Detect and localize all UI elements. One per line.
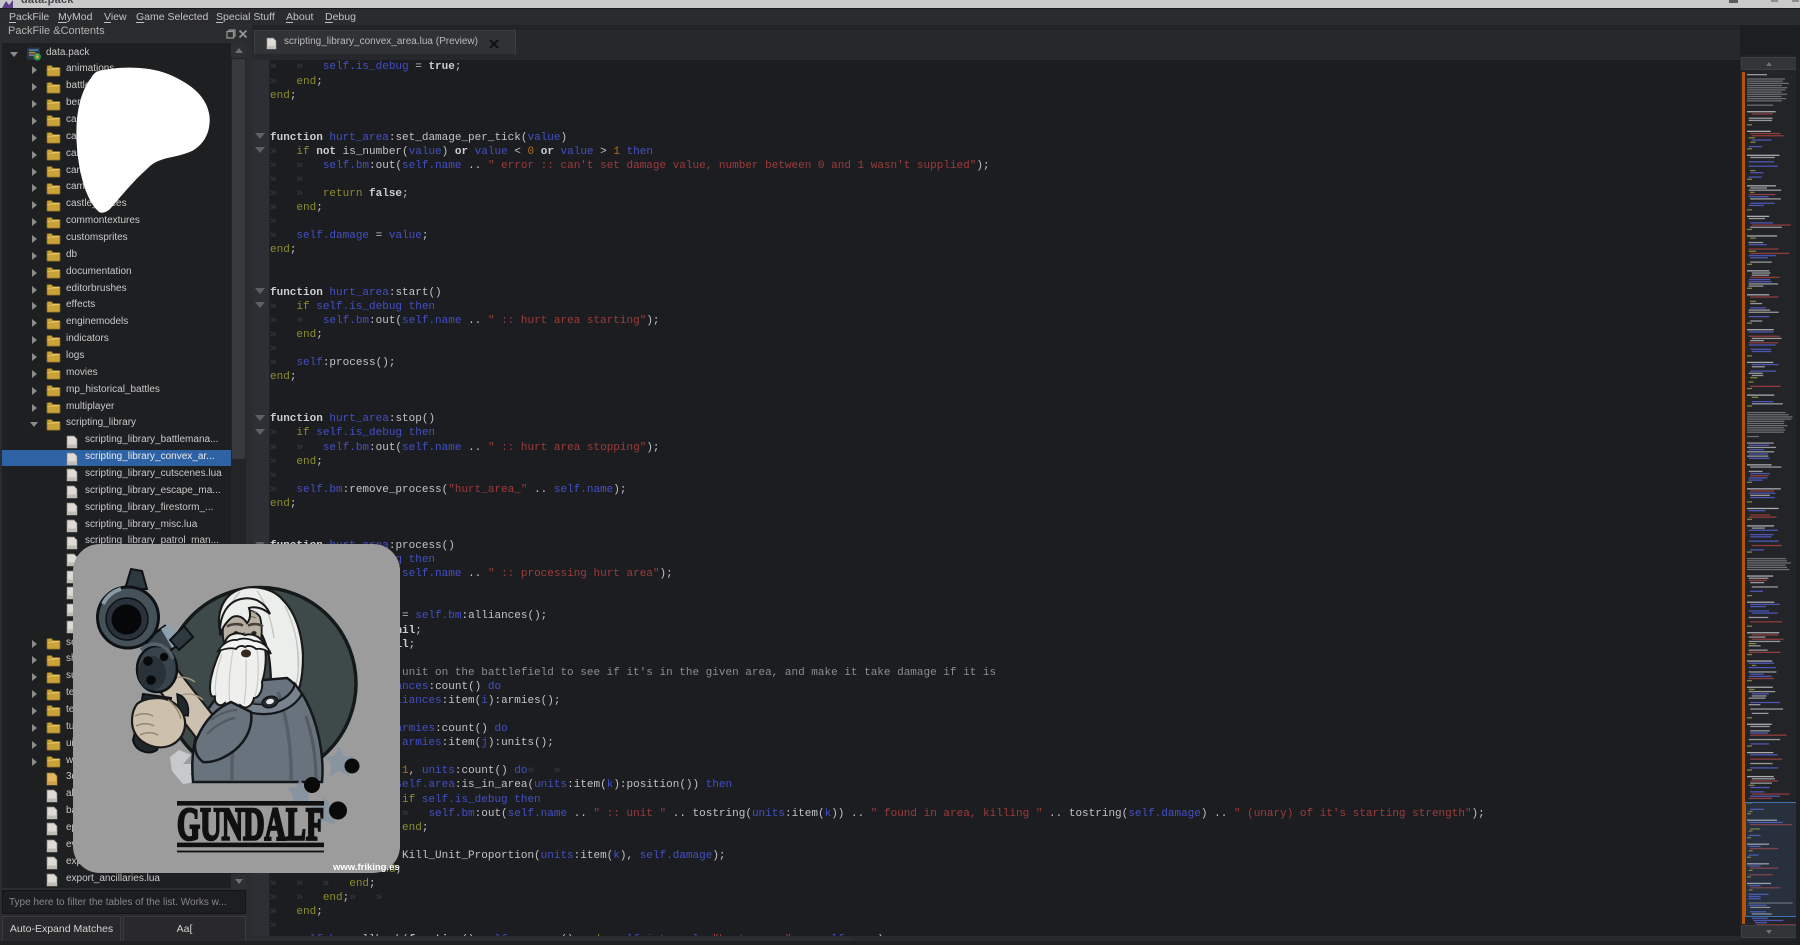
svg-text:www.friking.es: www.friking.es: [332, 862, 400, 873]
